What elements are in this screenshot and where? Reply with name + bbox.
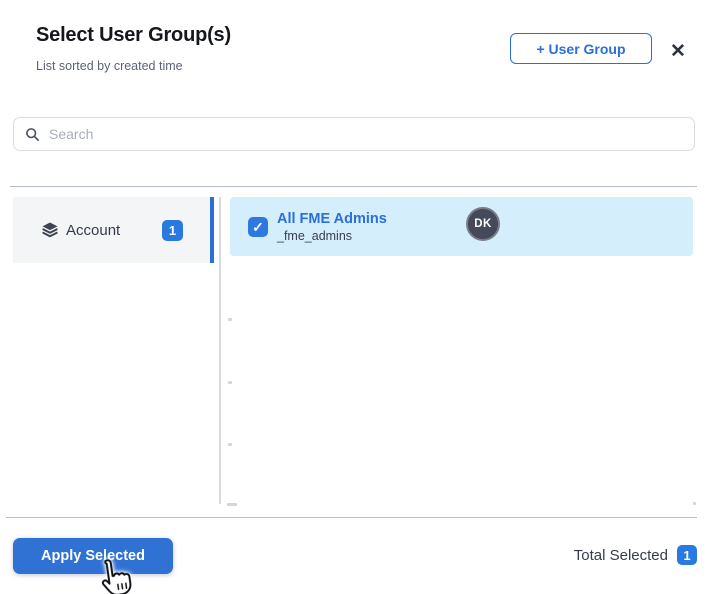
footer-divider xyxy=(6,517,697,518)
sidebar-item-account[interactable]: Account 1 xyxy=(13,197,210,263)
add-user-group-button[interactable]: + User Group xyxy=(510,33,652,64)
total-selected-badge: 1 xyxy=(677,545,697,565)
sidebar-active-indicator xyxy=(210,197,214,263)
panel-divider xyxy=(219,197,221,504)
total-selected: Total Selected 1 xyxy=(574,545,697,565)
list-artifact-dot xyxy=(228,381,232,384)
total-selected-label: Total Selected xyxy=(573,546,668,564)
page-title: Select User Group(s) xyxy=(36,24,231,46)
layers-icon xyxy=(42,222,58,238)
group-list-item[interactable]: ✓ All FME Admins _fme_admins DK xyxy=(230,197,693,256)
sidebar-count-badge: 1 xyxy=(162,219,183,241)
avatar: DK xyxy=(466,207,500,241)
group-checkbox[interactable]: ✓ xyxy=(248,216,268,237)
select-user-group-modal: Select User Group(s) List sorted by crea… xyxy=(0,0,718,594)
header-divider xyxy=(10,186,697,187)
sort-subtitle: List sorted by created time xyxy=(36,59,183,73)
group-name: All FME Admins xyxy=(277,210,387,227)
search-input[interactable] xyxy=(49,118,649,150)
sidebar-item-label: Account xyxy=(66,221,121,239)
search-icon xyxy=(26,127,39,141)
list-artifact-dot xyxy=(693,502,696,505)
close-button[interactable]: ✕ xyxy=(665,38,691,64)
search-box[interactable] xyxy=(13,117,695,151)
check-icon: ✓ xyxy=(252,218,264,235)
list-artifact-dot xyxy=(227,503,237,506)
apply-selected-button[interactable]: Apply Selected xyxy=(13,538,173,574)
list-artifact-dot xyxy=(228,443,232,446)
close-icon: ✕ xyxy=(670,40,686,62)
group-id: _fme_admins xyxy=(277,228,353,243)
list-artifact-dot xyxy=(228,318,232,321)
